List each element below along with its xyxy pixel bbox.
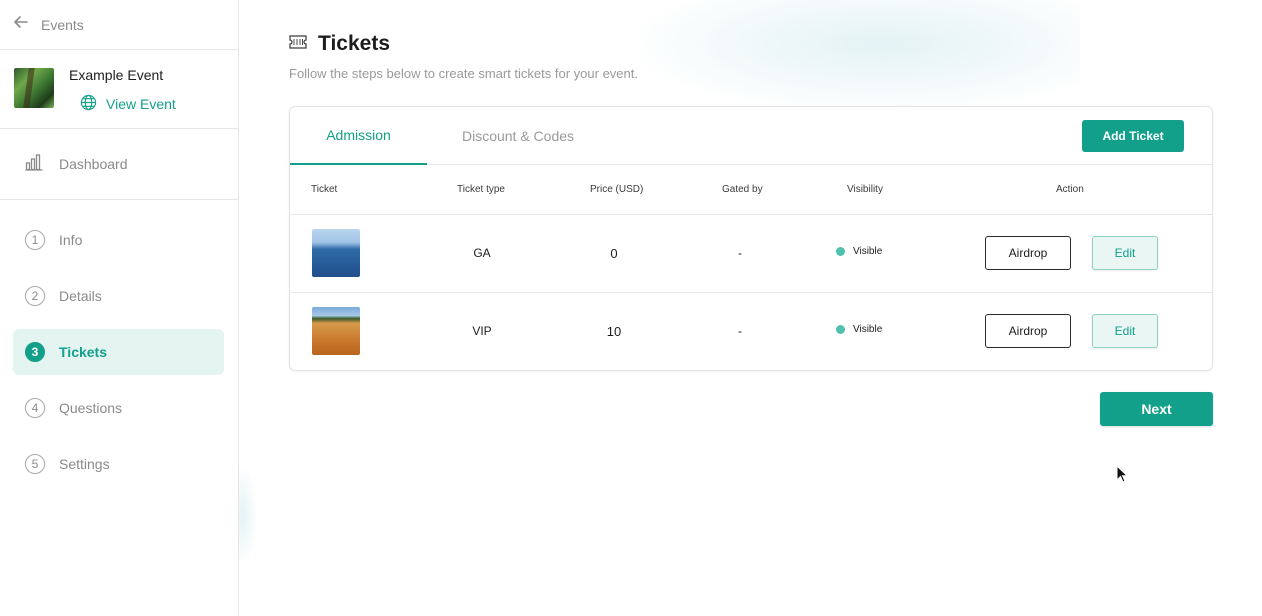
sidebar-step-tickets[interactable]: 3 Tickets — [13, 329, 224, 375]
visibility-label: Visible — [853, 246, 883, 257]
ticket-type: VIP — [472, 324, 492, 338]
page-title: Tickets — [318, 32, 390, 55]
step-label: Info — [59, 232, 83, 248]
sidebar-item-dashboard[interactable]: Dashboard — [0, 129, 238, 200]
visibility-status: Visible — [836, 324, 882, 335]
column-header-action: Action — [1056, 184, 1084, 195]
mouse-cursor-icon — [1116, 465, 1128, 483]
arrow-left-icon — [12, 13, 30, 36]
tab-discount-codes[interactable]: Discount & Codes — [450, 107, 586, 165]
edit-button[interactable]: Edit — [1092, 236, 1158, 270]
step-number: 3 — [25, 342, 45, 362]
event-thumbnail — [14, 68, 54, 108]
globe-icon — [80, 94, 97, 114]
column-header-price: Price (USD) — [590, 184, 644, 195]
sidebar-step-settings[interactable]: 5 Settings — [13, 441, 224, 487]
ticket-gated-by: - — [738, 246, 742, 260]
page-subtitle: Follow the steps below to create smart t… — [289, 66, 638, 81]
step-label: Details — [59, 288, 102, 304]
table-header: Ticket Ticket type Price (USD) Gated by … — [290, 165, 1212, 215]
status-dot-icon — [836, 325, 845, 334]
column-header-ticket: Ticket — [311, 184, 338, 195]
step-number: 5 — [25, 454, 45, 474]
step-label: Tickets — [59, 344, 107, 360]
view-event-link[interactable]: View Event — [71, 94, 176, 114]
dashboard-label: Dashboard — [59, 156, 128, 172]
ticket-price: 10 — [606, 324, 622, 339]
tickets-card: Admission Discount & Codes Add Ticket Ti… — [289, 106, 1213, 371]
background-wash — [640, 0, 1080, 110]
step-number: 2 — [25, 286, 45, 306]
back-to-events-link[interactable]: Events — [0, 0, 238, 50]
tab-admission[interactable]: Admission — [290, 107, 427, 165]
table-row: VIP 10 - Visible Airdrop Edit — [290, 293, 1212, 371]
page-header: Tickets — [289, 32, 390, 56]
edit-button[interactable]: Edit — [1092, 314, 1158, 348]
visibility-label: Visible — [853, 324, 883, 335]
ticket-gated-by: - — [738, 324, 742, 338]
ticket-image — [312, 307, 360, 355]
add-ticket-button[interactable]: Add Ticket — [1082, 120, 1184, 152]
step-number: 4 — [25, 398, 45, 418]
steps-nav: 1 Info 2 Details 3 Tickets 4 Questions 5… — [0, 200, 238, 487]
table-row: GA 0 - Visible Airdrop Edit — [290, 215, 1212, 293]
column-header-ticket-type: Ticket type — [457, 184, 505, 195]
step-label: Settings — [59, 456, 110, 472]
airdrop-button[interactable]: Airdrop — [985, 236, 1071, 270]
sidebar-step-details[interactable]: 2 Details — [13, 273, 224, 319]
step-number: 1 — [25, 230, 45, 250]
back-label: Events — [41, 16, 84, 33]
event-name: Example Event — [69, 67, 164, 83]
tabs-bar: Admission Discount & Codes Add Ticket — [290, 107, 1212, 165]
sidebar-step-info[interactable]: 1 Info — [13, 217, 224, 263]
ticket-price: 0 — [610, 246, 618, 261]
event-summary — [0, 50, 238, 129]
bar-chart-icon — [25, 153, 43, 176]
visibility-status: Visible — [836, 246, 882, 257]
column-header-gated-by: Gated by — [722, 184, 763, 195]
sidebar: Events Example Event View Event Dashboar… — [0, 0, 239, 616]
step-label: Questions — [59, 400, 123, 416]
view-event-label: View Event — [106, 96, 176, 112]
ticket-type: GA — [473, 246, 491, 260]
column-header-visibility: Visibility — [847, 184, 883, 195]
ticket-icon — [289, 34, 307, 54]
status-dot-icon — [836, 247, 845, 256]
sidebar-step-questions[interactable]: 4 Questions — [13, 385, 224, 431]
ticket-image — [312, 229, 360, 277]
next-button[interactable]: Next — [1100, 392, 1213, 426]
background-wash-left — [236, 470, 256, 560]
airdrop-button[interactable]: Airdrop — [985, 314, 1071, 348]
